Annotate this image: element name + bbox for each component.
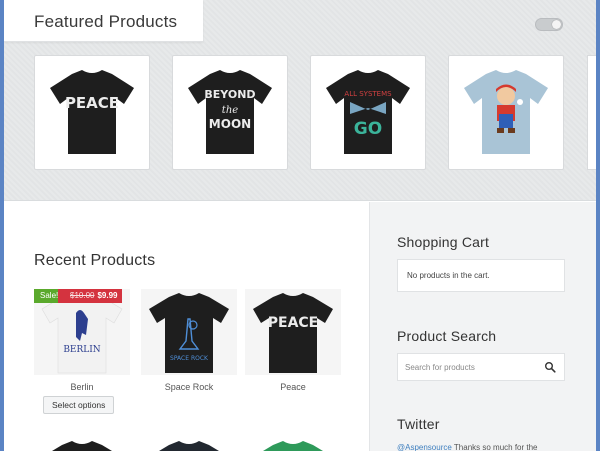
price-strip: $10.00 $9.99	[58, 289, 122, 303]
tweet-body: Thanks so much for the	[451, 443, 538, 451]
tshirt-space-rock-image: SPACE ROCK	[149, 293, 229, 373]
page-frame: Featured Products PEACE BEYOND the MOON	[4, 0, 596, 451]
svg-text:the: the	[222, 105, 238, 116]
product-search-title: Product Search	[397, 328, 497, 344]
featured-card-peace[interactable]: PEACE	[34, 55, 150, 170]
svg-text:SPACE ROCK: SPACE ROCK	[170, 355, 209, 362]
product-image-space-rock[interactable]: SPACE ROCK	[141, 289, 237, 375]
tweet-handle-link[interactable]: @Aspensource	[397, 443, 452, 451]
svg-text:GO: GO	[354, 119, 382, 139]
tweet-text: @Aspensource Thanks so much for the	[397, 443, 592, 451]
product-image-row2-2[interactable]	[141, 437, 237, 451]
tshirt-mario-image	[464, 70, 548, 154]
search-input[interactable]	[398, 354, 538, 380]
tshirt-peace-image-small: PEACE	[253, 293, 333, 373]
shopping-cart-title: Shopping Cart	[397, 234, 490, 250]
svg-text:PEACE: PEACE	[65, 94, 119, 112]
featured-card-beyond-the-moon[interactable]: BEYOND the MOON	[172, 55, 288, 170]
product-name-space-rock[interactable]: Space Rock	[141, 382, 237, 392]
recent-products-title: Recent Products	[34, 252, 156, 269]
product-image-row2-3[interactable]	[245, 437, 341, 451]
tshirt-peace-image: PEACE	[50, 70, 134, 154]
old-price: $10.00	[70, 291, 95, 300]
svg-text:ALL SYSTEMS: ALL SYSTEMS	[344, 90, 392, 98]
svg-text:PEACE: PEACE	[268, 315, 319, 331]
svg-text:MOON: MOON	[209, 117, 251, 131]
search-icon[interactable]	[544, 361, 556, 373]
sidebar: Shopping Cart No products in the cart. P…	[369, 202, 596, 451]
tshirt-beyond-the-moon-image: BEYOND the MOON	[188, 70, 272, 154]
product-name-peace[interactable]: Peace	[245, 382, 341, 392]
cart-box: No products in the cart.	[397, 259, 565, 292]
featured-card-all-systems-go[interactable]: ALL SYSTEMS GO	[310, 55, 426, 170]
product-image-row2-1[interactable]	[34, 437, 130, 451]
cart-empty-message: No products in the cart.	[407, 271, 490, 280]
slider-toggle[interactable]	[535, 18, 563, 31]
product-name-berlin[interactable]: Berlin	[34, 382, 130, 392]
tshirt-all-systems-go-image: ALL SYSTEMS GO	[326, 70, 410, 154]
featured-card-mario[interactable]	[448, 55, 564, 170]
twitter-title: Twitter	[397, 416, 440, 432]
featured-tab: Featured Products	[4, 0, 203, 42]
featured-card-partial	[587, 55, 596, 170]
search-box	[397, 353, 565, 381]
featured-title: Featured Products	[34, 12, 178, 31]
select-options-button[interactable]: Select options	[43, 396, 115, 414]
product-image-peace[interactable]: PEACE	[245, 289, 341, 375]
svg-text:BERLIN: BERLIN	[63, 345, 100, 355]
toggle-knob	[552, 20, 561, 29]
svg-text:BEYOND: BEYOND	[204, 88, 255, 101]
new-price: $9.99	[97, 291, 118, 300]
featured-products-section: Featured Products PEACE BEYOND the MOON	[4, 0, 596, 201]
